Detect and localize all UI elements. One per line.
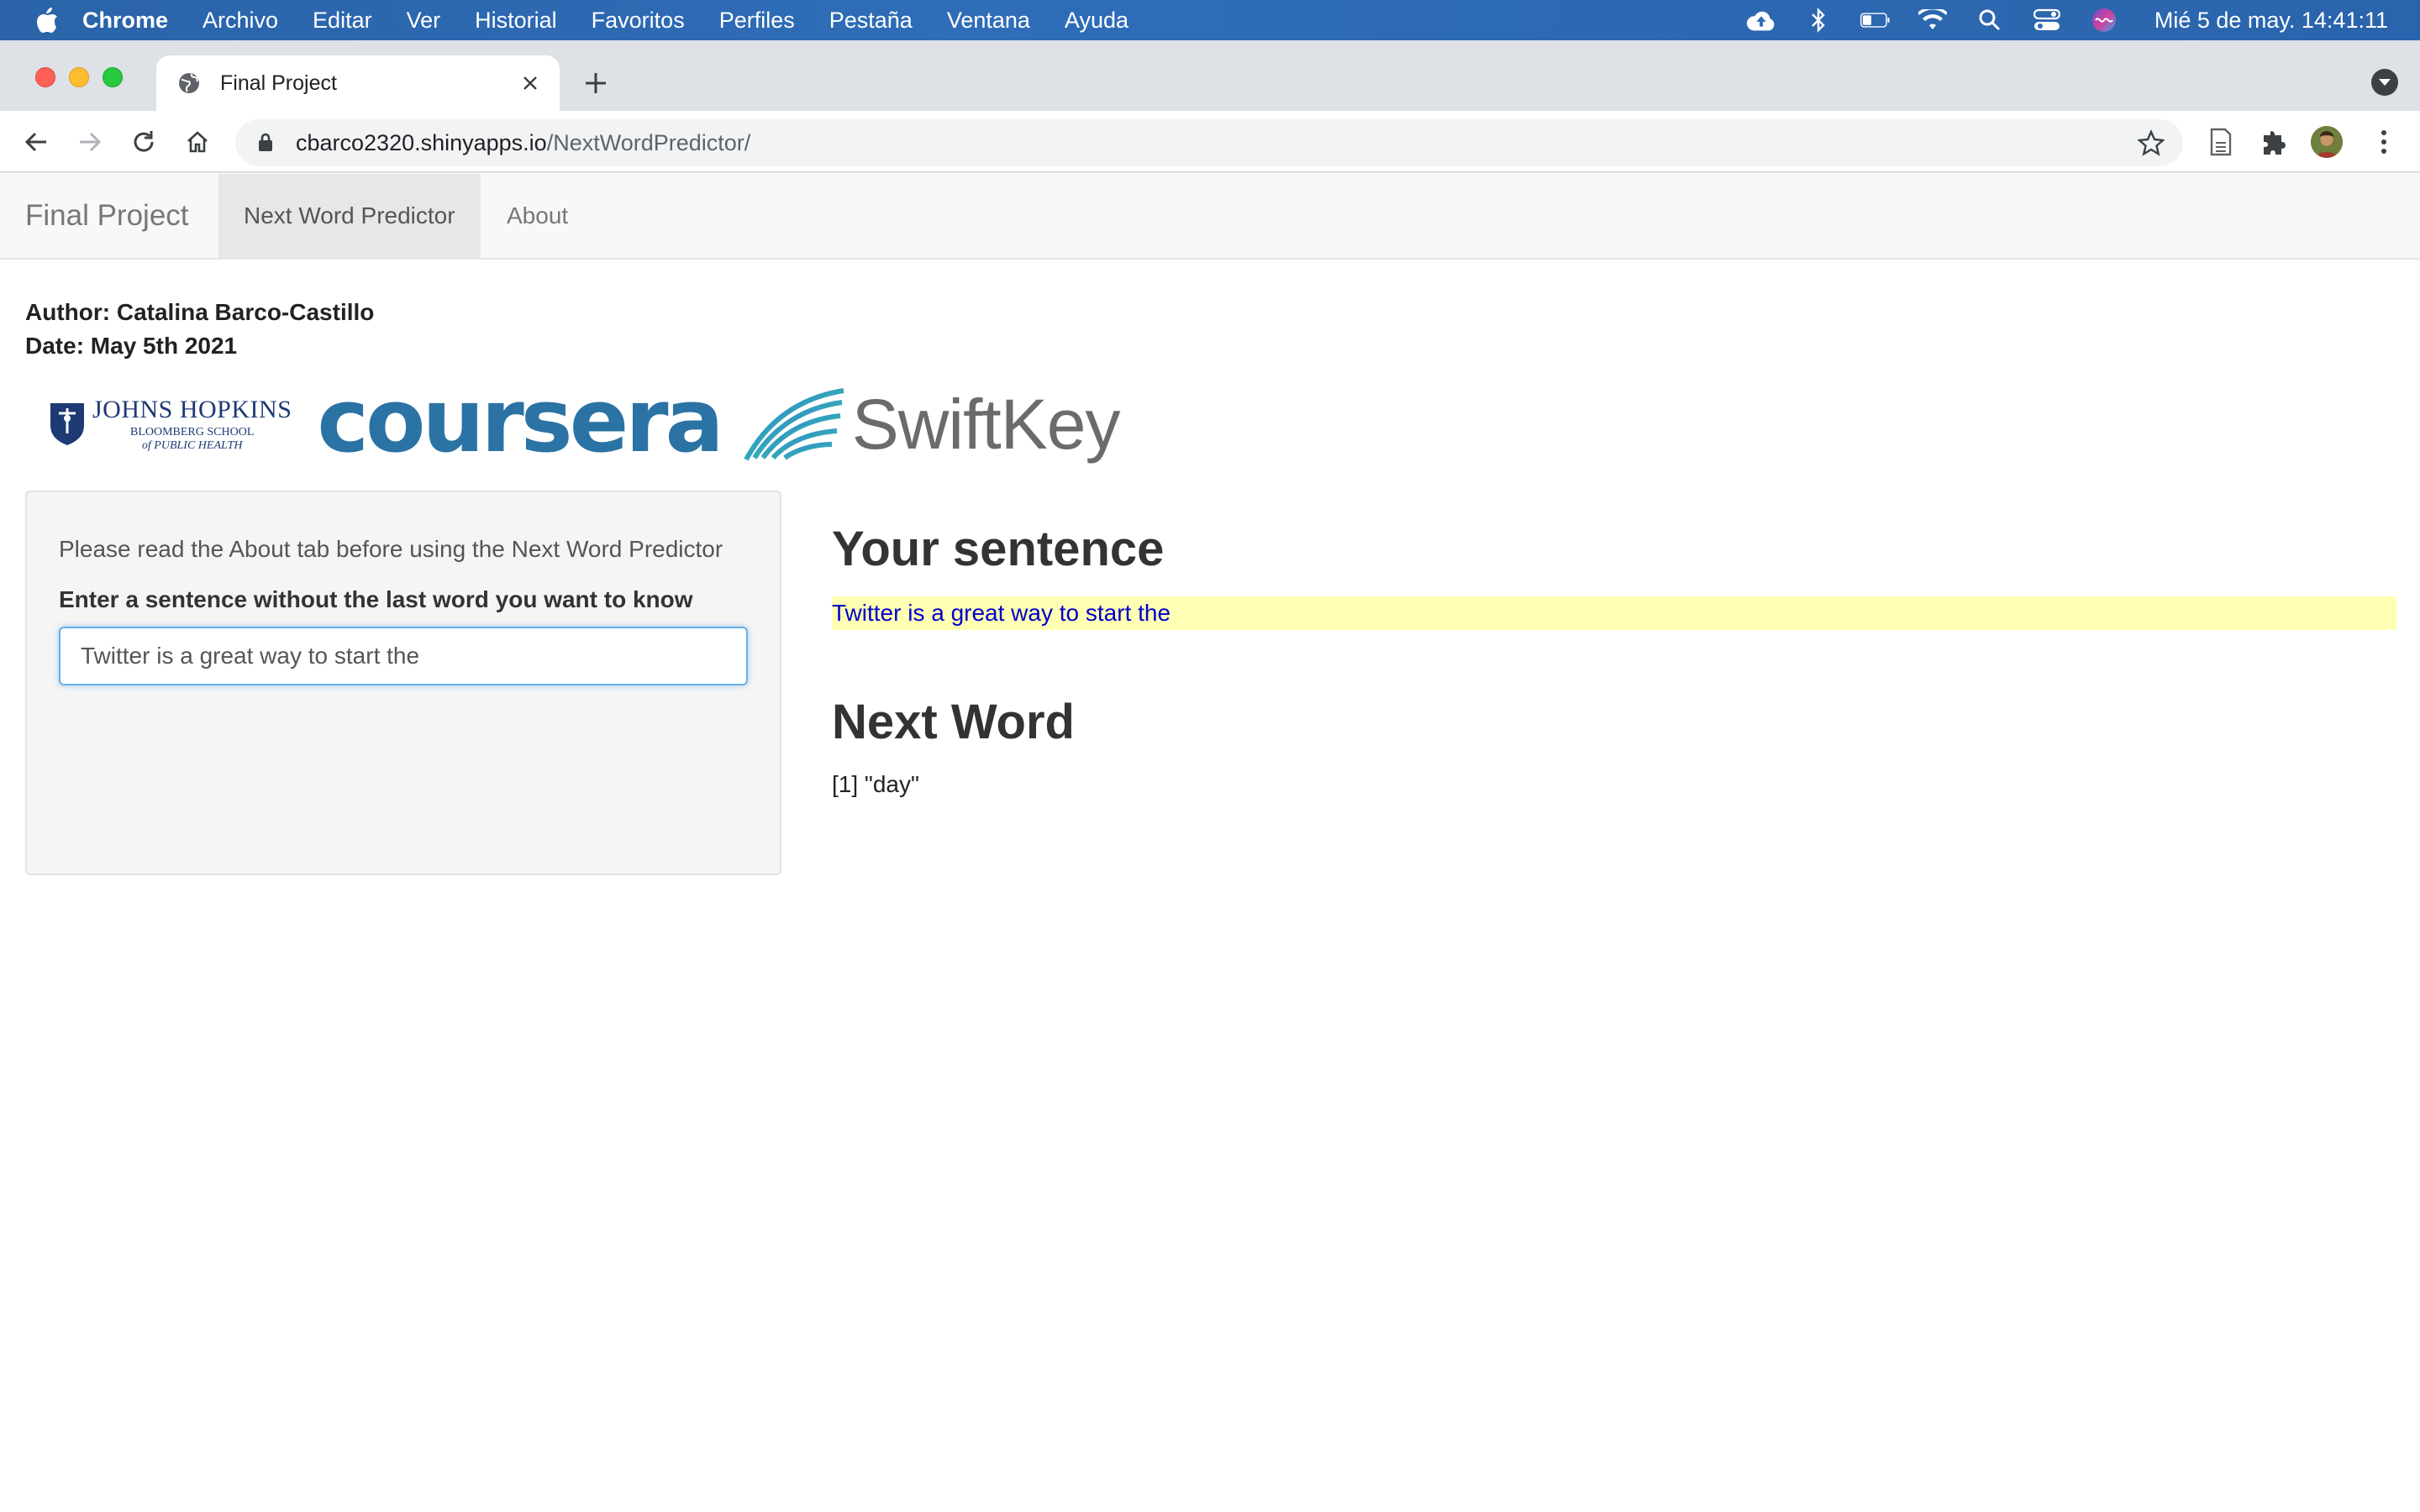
window-close-button[interactable] (35, 67, 55, 87)
forward-arrow-icon[interactable] (74, 126, 106, 158)
help-text: Please read the About tab before using t… (59, 536, 723, 562)
wifi-icon[interactable] (1918, 5, 1948, 35)
apple-icon[interactable] (35, 8, 60, 33)
battery-icon[interactable] (1860, 5, 1891, 35)
swiftkey-logo: SwiftKey (743, 384, 1120, 465)
bluetooth-icon[interactable] (1803, 5, 1833, 35)
sentence-output: Twitter is a great way to start the (832, 596, 2396, 630)
profile-avatar[interactable] (2311, 126, 2343, 158)
your-sentence-heading: Your sentence (832, 522, 1165, 576)
browser-tab-final-project[interactable]: Final Project (156, 55, 560, 111)
tab-title: Final Project (220, 71, 337, 95)
menu-historial[interactable]: Historial (475, 8, 557, 34)
sentence-input-label: Enter a sentence without the last word y… (59, 586, 693, 612)
sidebar-panel: Please read the About tab before using t… (25, 491, 781, 875)
reload-icon[interactable] (128, 126, 160, 158)
tab-about[interactable]: About (481, 174, 593, 258)
window-zoom-button[interactable] (103, 67, 123, 87)
spotlight-search-icon[interactable] (1975, 5, 2005, 35)
menu-perfiles[interactable]: Perfiles (719, 8, 795, 34)
date-text: Date: May 5th 2021 (25, 333, 238, 359)
menu-ayuda[interactable]: Ayuda (1065, 8, 1128, 34)
menu-archivo[interactable]: Archivo (203, 8, 278, 34)
siri-icon[interactable] (2089, 5, 2119, 35)
browser-toolbar: cbarco2320.shinyapps.io/NextWordPredicto… (0, 111, 2420, 173)
logo-banner: JOHNS HOPKINS BLOOMBERG SCHOOL of PUBLIC… (49, 370, 1120, 472)
address-url[interactable]: cbarco2320.shinyapps.io/NextWordPredicto… (296, 130, 750, 156)
tab-search-chevron-icon[interactable] (2371, 69, 2398, 96)
sentence-input[interactable] (59, 627, 748, 685)
cloud-upload-icon[interactable] (1746, 5, 1776, 35)
jhu-name: JOHNS HOPKINS (92, 395, 292, 423)
menu-pestana[interactable]: Pestaña (829, 8, 913, 34)
menu-ver[interactable]: Ver (407, 8, 441, 34)
navbar-brand[interactable]: Final Project (25, 174, 189, 258)
back-arrow-icon[interactable] (20, 126, 52, 158)
home-icon[interactable] (182, 126, 213, 158)
control-center-icon[interactable] (2032, 5, 2062, 35)
url-path: /NextWordPredictor/ (546, 129, 751, 155)
macos-menu-bar: Chrome Archivo Editar Ver Historial Favo… (0, 0, 2420, 40)
jhu-school-sub: of PUBLIC HEALTH (141, 438, 243, 452)
coursera-logo: coursera (317, 370, 723, 472)
url-host: cbarco2320.shinyapps.io (296, 129, 547, 155)
extensions-puzzle-icon[interactable] (2259, 126, 2291, 158)
window-minimize-button[interactable] (69, 67, 89, 87)
bookmark-star-icon[interactable] (2137, 129, 2165, 156)
lock-icon[interactable] (257, 132, 276, 154)
next-word-output: [1] "day" (832, 771, 919, 797)
menu-app-name[interactable]: Chrome (82, 8, 168, 34)
address-bar[interactable]: cbarco2320.shinyapps.io/NextWordPredicto… (235, 119, 2183, 166)
menu-bar-clock[interactable]: Mié 5 de may. 14:41:11 (2154, 8, 2388, 34)
new-tab-plus-icon[interactable] (581, 69, 610, 97)
author-date-block: Author: Catalina Barco-Castillo Date: Ma… (25, 296, 374, 363)
next-word-heading: Next Word (832, 695, 1075, 749)
swiftkey-wordmark: SwiftKey (851, 384, 1121, 464)
menu-favoritos[interactable]: Favoritos (592, 8, 685, 34)
globe-icon (176, 71, 202, 96)
menu-ventana[interactable]: Ventana (947, 8, 1030, 34)
jhu-school: BLOOMBERG SCHOOL (129, 425, 255, 438)
app-navbar: Final Project Next Word Predictor About (0, 174, 2420, 260)
reading-list-icon[interactable] (2205, 126, 2237, 158)
menu-editar[interactable]: Editar (313, 8, 372, 34)
tab-close-icon[interactable] (518, 71, 543, 96)
johns-hopkins-logo: JOHNS HOPKINS BLOOMBERG SCHOOL of PUBLIC… (49, 395, 292, 452)
author-text: Author: Catalina Barco-Castillo (25, 299, 375, 325)
more-menu-icon[interactable] (2368, 126, 2400, 158)
tab-next-word-predictor[interactable]: Next Word Predictor (218, 174, 481, 258)
